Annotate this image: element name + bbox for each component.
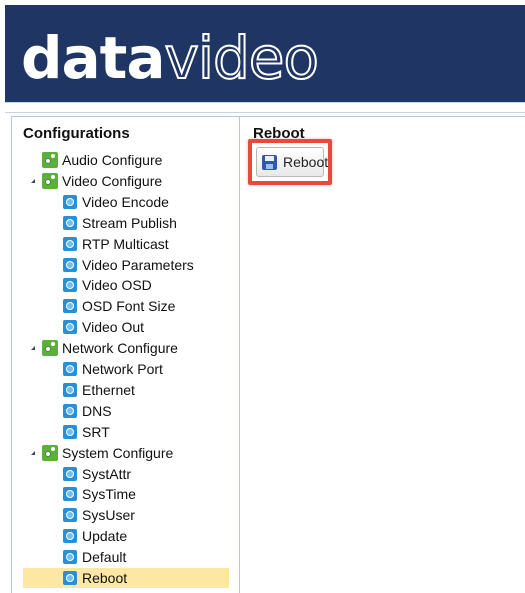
app-header: datavideo bbox=[5, 5, 525, 102]
tree-item-system-configure[interactable]: System Configure bbox=[12, 443, 238, 463]
tree-item-label: Stream Publish bbox=[82, 215, 177, 231]
expand-arrow-icon[interactable] bbox=[29, 171, 39, 191]
gear-icon bbox=[63, 508, 77, 522]
tree-item-label: RTP Multicast bbox=[82, 236, 169, 252]
tree-item-label: SRT bbox=[82, 424, 110, 440]
tree-item-label: Video OSD bbox=[82, 277, 152, 293]
gear-icon bbox=[63, 529, 77, 543]
expand-arrow-icon[interactable] bbox=[29, 443, 39, 463]
tree-item-stream-publish[interactable]: Stream Publish bbox=[12, 213, 238, 233]
tree-item-srt[interactable]: SRT bbox=[12, 422, 238, 442]
tree-item-rtp-multicast[interactable]: RTP Multicast bbox=[12, 234, 238, 254]
tree-item-label: Network Port bbox=[82, 361, 163, 377]
header-divider bbox=[5, 102, 525, 113]
tree-item-reboot[interactable]: Reboot bbox=[23, 568, 229, 588]
gear-icon bbox=[63, 216, 77, 230]
gear-folder-icon bbox=[42, 173, 58, 189]
tree-item-video-encode[interactable]: Video Encode bbox=[12, 192, 238, 212]
tree-item-label: Reboot bbox=[82, 570, 128, 586]
tree-item-video-parameters[interactable]: Video Parameters bbox=[12, 255, 238, 275]
gear-icon bbox=[63, 487, 77, 501]
gear-icon bbox=[63, 320, 77, 334]
tree-item-osd-font-size[interactable]: OSD Font Size bbox=[12, 296, 238, 316]
tree-item-label: Audio Configure bbox=[62, 152, 163, 168]
tree-item-video-out[interactable]: Video Out bbox=[12, 317, 238, 337]
tree-item-label: DNS bbox=[82, 403, 112, 419]
tree-item-label: Video Encode bbox=[82, 194, 169, 210]
gear-folder-icon bbox=[42, 340, 58, 356]
tree-item-label: Video Out bbox=[82, 319, 145, 335]
tree-item-label: SysTime bbox=[82, 486, 136, 502]
tree-item-label: Ethernet bbox=[82, 382, 135, 398]
gear-icon bbox=[63, 362, 77, 376]
tree-item-network-configure[interactable]: Network Configure bbox=[12, 338, 238, 358]
reboot-button-label: Reboot bbox=[283, 154, 329, 170]
tree-item-video-configure[interactable]: Video Configure bbox=[12, 171, 238, 191]
gear-icon bbox=[63, 195, 77, 209]
gear-icon bbox=[63, 258, 77, 272]
gear-folder-icon bbox=[42, 152, 58, 168]
gear-icon bbox=[63, 550, 77, 564]
tree-item-label: Video Parameters bbox=[82, 257, 194, 273]
gear-icon bbox=[63, 571, 77, 585]
gear-icon bbox=[63, 278, 77, 292]
tree-item-systattr[interactable]: SystAttr bbox=[12, 464, 238, 484]
sidebar-title: Configurations bbox=[23, 125, 130, 142]
tree-item-label: Network Configure bbox=[62, 340, 178, 356]
gear-icon bbox=[63, 425, 77, 439]
tree-item-label: Update bbox=[82, 528, 128, 544]
datavideo-logo: datavideo bbox=[21, 23, 320, 93]
gear-icon bbox=[63, 467, 77, 481]
tree-item-audio-configure[interactable]: Audio Configure bbox=[12, 150, 238, 170]
tree-item-sysuser[interactable]: SysUser bbox=[12, 505, 238, 525]
gear-icon bbox=[63, 237, 77, 251]
tree-item-label: OSD Font Size bbox=[82, 298, 176, 314]
expand-arrow-icon[interactable] bbox=[29, 338, 39, 358]
tree-item-dns[interactable]: DNS bbox=[12, 401, 238, 421]
gear-icon bbox=[63, 404, 77, 418]
gear-icon bbox=[63, 299, 77, 313]
config-sidebar: Configurations Audio Configure Video Conf… bbox=[11, 116, 240, 593]
tree-item-label: System Configure bbox=[62, 445, 174, 461]
gear-icon bbox=[63, 383, 77, 397]
tree-item-default[interactable]: Default bbox=[12, 547, 238, 567]
reboot-button[interactable]: Reboot bbox=[256, 147, 328, 177]
tree-item-label: Default bbox=[82, 549, 127, 565]
tree-item-systime[interactable]: SysTime bbox=[12, 484, 238, 504]
tree-item-label: Video Configure bbox=[62, 173, 163, 189]
tree-item-update[interactable]: Update bbox=[12, 526, 238, 546]
tree-item-network-port[interactable]: Network Port bbox=[12, 359, 238, 379]
tree-item-video-osd[interactable]: Video OSD bbox=[12, 275, 238, 295]
tree-item-label: SystAttr bbox=[82, 466, 132, 482]
main-panel: Reboot Reboot bbox=[240, 116, 525, 593]
tree-item-ethernet[interactable]: Ethernet bbox=[12, 380, 238, 400]
save-disk-icon bbox=[262, 155, 277, 170]
tree-item-label: SysUser bbox=[82, 507, 135, 523]
gear-folder-icon bbox=[42, 445, 58, 461]
